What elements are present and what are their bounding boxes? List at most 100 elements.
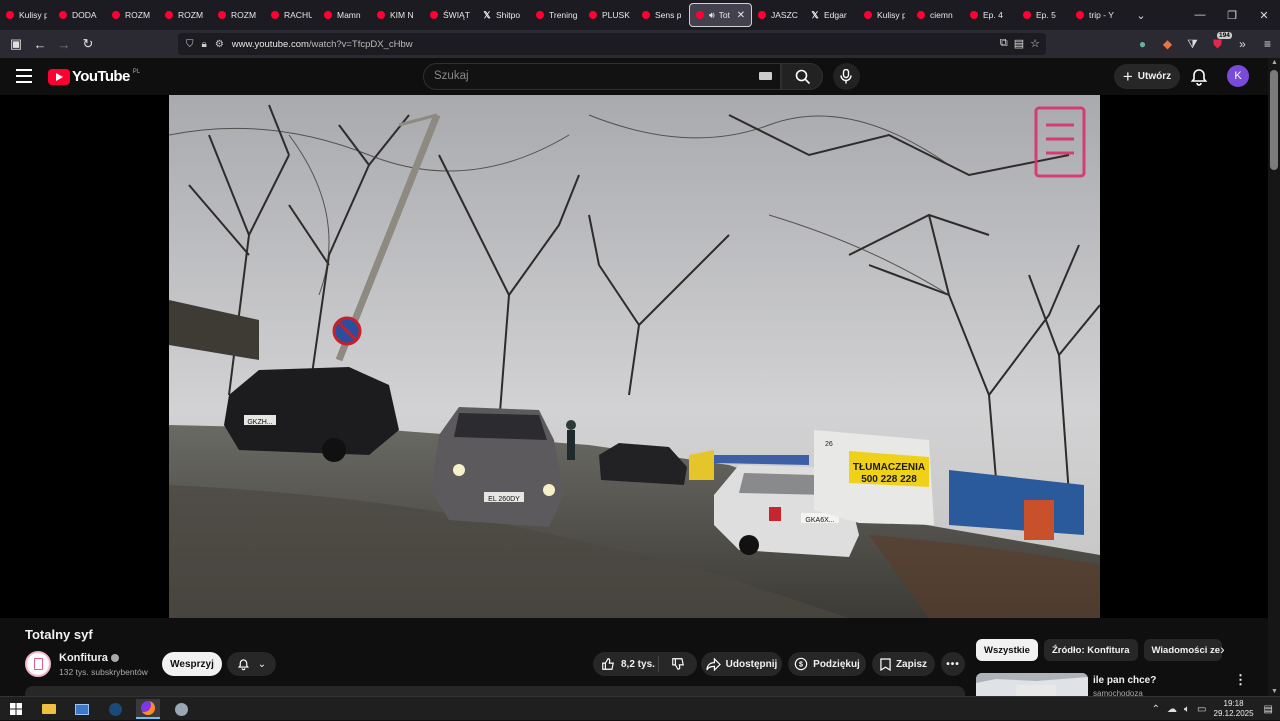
reload-icon[interactable]: ↻ [76, 32, 100, 56]
browser-tab-label: Tot [718, 10, 731, 20]
chevron-right-icon[interactable]: › [1220, 641, 1225, 657]
browser-tab[interactable]: DODA [53, 3, 106, 27]
onedrive-icon[interactable]: ☁ [1167, 704, 1177, 715]
url-path: /watch?v=TfcpDX_cHbw [308, 38, 413, 50]
vpn-extension-icon[interactable]: ● [1130, 37, 1155, 51]
ublock-extension-icon[interactable]: ⛊ 194 [1205, 31, 1232, 52]
browser-tab[interactable]: 𝕏 Shitpo [477, 3, 530, 27]
close-window-icon[interactable]: ✕ [1248, 0, 1280, 30]
tray-overflow-icon[interactable]: ⌃ [1152, 704, 1160, 715]
guide-menu-icon[interactable] [16, 69, 32, 83]
tab-list: Kulisy p DODA ROZM ROZM ROZM RACHU Mamn KIM N ŚW… [0, 3, 1123, 27]
browser-tab[interactable]: PLUSK [583, 3, 636, 27]
browser-tab-label: KIM N [390, 10, 414, 20]
channel-avatar[interactable] [25, 651, 51, 677]
address-bar[interactable]: ⛉ 🔒︎ ⚙ www.youtube.com/watch?v=TfcpDX_cH… [178, 33, 1046, 55]
app-menu-icon[interactable]: ≡ [1255, 37, 1280, 51]
overflow-menu-icon[interactable]: » [1230, 37, 1255, 51]
extensions-icon[interactable]: ⧩ [1180, 37, 1205, 52]
like-button[interactable]: 8,2 tys. [593, 656, 659, 672]
youtube-play-icon [48, 68, 70, 85]
search-button[interactable] [781, 63, 823, 90]
reader-view-icon[interactable]: ▤ [1014, 37, 1024, 50]
browser-tab[interactable]: ROZM [106, 3, 159, 27]
picture-in-picture-icon[interactable]: ⧉ [1000, 37, 1008, 50]
scrollbar-thumb[interactable] [1270, 70, 1278, 170]
sidebar-toggle-icon[interactable]: ▣ [4, 32, 28, 56]
filter-chips: Wszystkie Źródło: Konfitura Wiadomości z… [976, 639, 1222, 661]
chip-source-channel[interactable]: Źródło: Konfitura [1043, 639, 1138, 661]
youtube-logo[interactable]: YouTube PL [48, 68, 140, 85]
create-button[interactable]: + Utwórz [1114, 64, 1180, 89]
notifications-bell-icon[interactable] [1189, 67, 1209, 87]
browser-tab[interactable]: Kulisy p [0, 3, 53, 27]
browser-tab[interactable]: Sens p [636, 3, 689, 27]
share-button[interactable]: Udostępnij [701, 652, 782, 676]
volume-icon[interactable]: 🔈︎ [1184, 704, 1190, 715]
browser-tab[interactable]: ROZM [212, 3, 265, 27]
back-icon[interactable]: ← [28, 32, 52, 56]
clock[interactable]: 19:18 29.12.2025 [1214, 699, 1254, 719]
like-dislike-group: 8,2 tys. [593, 652, 697, 676]
recommendation-menu-icon[interactable]: ⋮ [1234, 672, 1247, 688]
taskbar-app-6[interactable] [169, 699, 193, 719]
browser-tab[interactable]: KIM N [371, 3, 424, 27]
more-actions-button[interactable]: ••• [941, 652, 965, 676]
keyboard-icon[interactable] [759, 72, 772, 80]
browser-tab[interactable]: ROZM [159, 3, 212, 27]
save-button[interactable]: Zapisz [872, 652, 935, 676]
taskbar-firefox[interactable] [136, 699, 160, 719]
browser-tab-label: Mamn [337, 10, 361, 20]
browser-tab[interactable]: 🔊︎ Tot ✕ [689, 3, 752, 27]
browser-tab[interactable]: Trening [530, 3, 583, 27]
browser-tab[interactable]: trip - Y [1070, 3, 1123, 27]
tab-audio-icon[interactable]: 🔊︎ [709, 10, 715, 21]
network-icon[interactable]: ▭ [1197, 704, 1206, 715]
account-avatar[interactable]: K [1227, 65, 1249, 87]
restore-icon[interactable]: ❐ [1216, 0, 1248, 30]
voice-search-button[interactable] [833, 63, 860, 90]
forward-icon[interactable]: → [52, 32, 76, 56]
scroll-up-icon[interactable]: ▲ [1271, 59, 1278, 66]
youtube-favicon-icon [324, 11, 332, 19]
bookmark-star-icon[interactable]: ☆ [1030, 37, 1040, 50]
taskbar-monitor-app[interactable] [70, 699, 94, 719]
video-player[interactable]: TŁUMACZENIA 500 228 228 GKZH... EL 260DY… [0, 95, 1268, 618]
taskbar-file-explorer[interactable] [37, 699, 61, 719]
browser-tab[interactable]: 𝕏 Edgar [805, 3, 858, 27]
scroll-down-icon[interactable]: ▼ [1271, 688, 1278, 695]
taskbar-steam[interactable] [103, 699, 127, 719]
browser-tab[interactable]: JASZC [752, 3, 805, 27]
browser-tab[interactable]: Mamn [318, 3, 371, 27]
permissions-icon[interactable]: ⚙ [215, 39, 224, 50]
tab-close-icon[interactable]: ✕ [737, 10, 745, 21]
fox-extension-icon[interactable]: ◆ [1155, 37, 1180, 51]
tab-list-dropdown-icon[interactable]: ⌄ [1129, 9, 1153, 22]
page-scrollbar[interactable]: ▲ ▼ [1268, 58, 1280, 696]
browser-tab[interactable]: Kulisy p [858, 3, 911, 27]
shield-icon[interactable]: ⛉ [186, 39, 194, 50]
minimize-icon[interactable]: — [1184, 0, 1216, 30]
recommendation-title[interactable]: ile pan chce? [1093, 675, 1156, 686]
browser-tab-label: Ep. 5 [1036, 10, 1056, 20]
browser-tab[interactable]: Ep. 5 [1017, 3, 1070, 27]
join-button[interactable]: Wesprzyj [162, 652, 222, 676]
browser-tab[interactable]: Ep. 4 [964, 3, 1017, 27]
lock-icon[interactable]: 🔒︎ [202, 39, 207, 50]
notifications-icon[interactable]: ▤ [1264, 704, 1273, 715]
browser-tab[interactable]: ŚWIĄT [424, 3, 477, 27]
browser-tab[interactable]: ciemn [911, 3, 964, 27]
browser-tab[interactable]: RACHU [265, 3, 318, 27]
chip-news[interactable]: Wiadomości ze [1143, 639, 1222, 661]
channel-name-link[interactable]: Konfitura [59, 652, 119, 664]
browser-tab-label: ciemn [930, 10, 953, 20]
dislike-button[interactable] [659, 657, 697, 671]
search-input[interactable]: Szukaj [423, 63, 781, 90]
description-box[interactable] [25, 686, 965, 696]
thanks-button[interactable]: $ Podziękuj [788, 652, 866, 676]
recommendation-thumbnail[interactable] [976, 673, 1088, 696]
video-frame[interactable]: TŁUMACZENIA 500 228 228 GKZH... EL 260DY… [169, 95, 1100, 618]
start-button[interactable] [4, 699, 28, 719]
notification-settings-button[interactable]: ⌄ [227, 652, 276, 676]
chip-all[interactable]: Wszystkie [976, 639, 1038, 661]
